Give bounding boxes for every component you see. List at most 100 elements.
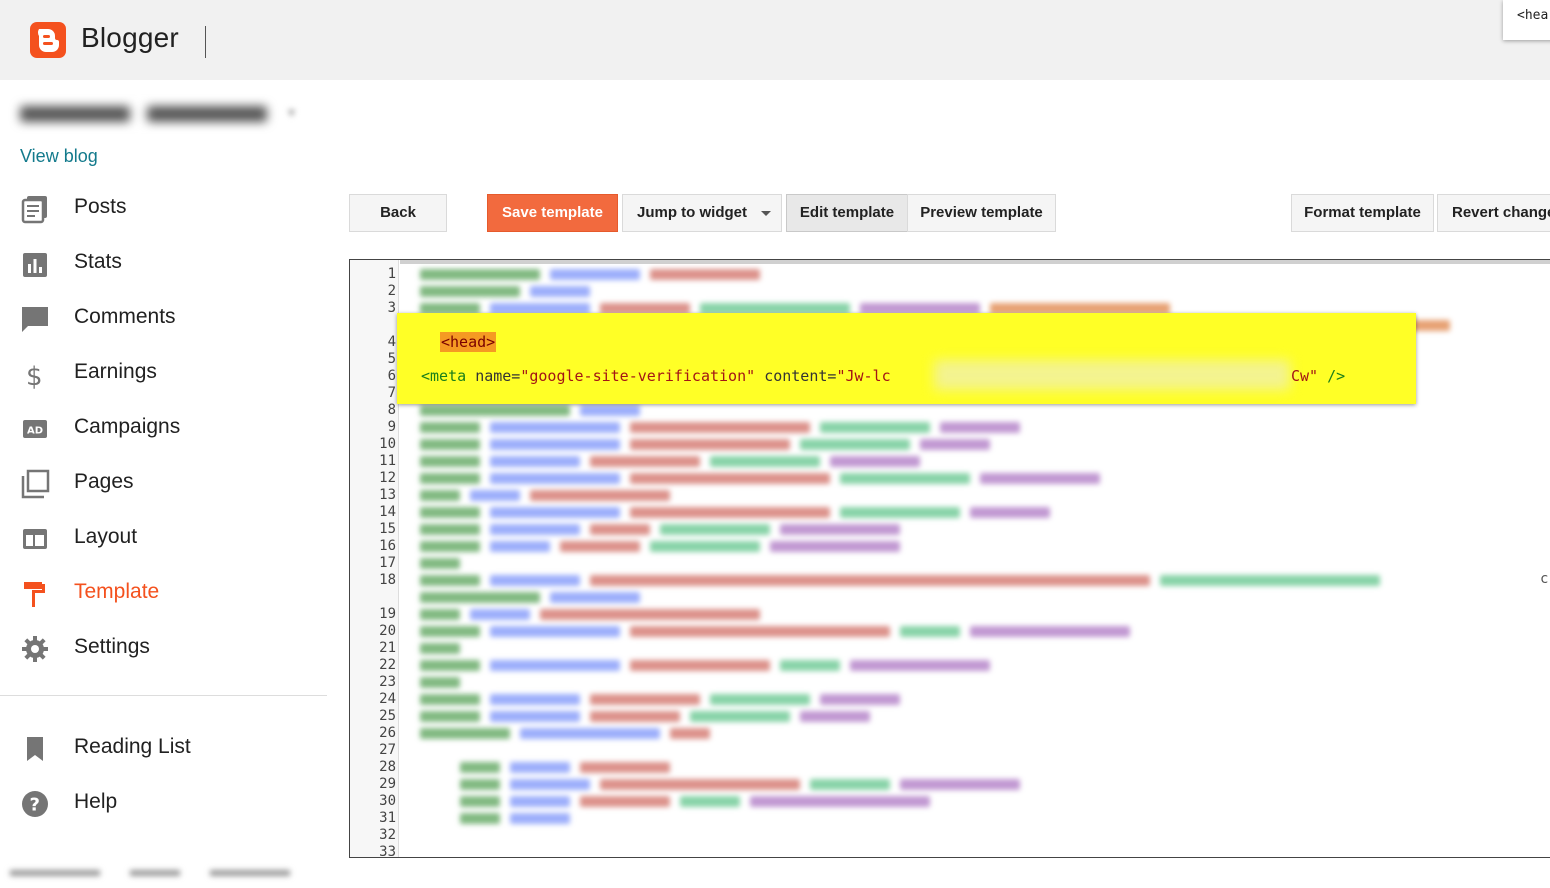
help-icon: ? bbox=[20, 789, 50, 819]
code-line bbox=[420, 419, 1030, 436]
sidebar-item-label: Help bbox=[74, 790, 118, 813]
head-tag: <head> bbox=[440, 332, 497, 352]
code-line bbox=[420, 640, 470, 657]
jump-to-widget-dropdown[interactable]: Jump to widget bbox=[622, 194, 782, 232]
line-number: 16 bbox=[379, 538, 396, 554]
sidebar-item-pages[interactable]: Pages bbox=[0, 457, 327, 505]
meta-open-token: <meta bbox=[421, 367, 467, 385]
code-line bbox=[420, 436, 1000, 453]
code-line bbox=[420, 623, 1140, 640]
sidebar-item-label: Stats bbox=[74, 250, 122, 273]
sidebar-item-comments[interactable]: Comments bbox=[0, 292, 327, 340]
line-number: 8 bbox=[387, 402, 396, 418]
line-number: 4 bbox=[387, 334, 396, 350]
code-line bbox=[420, 504, 1060, 521]
sidebar-item-layout[interactable]: Layout bbox=[0, 512, 327, 560]
stats-icon bbox=[20, 249, 50, 279]
line-number: 23 bbox=[379, 674, 396, 690]
code-line bbox=[420, 674, 470, 691]
back-button[interactable]: Back bbox=[349, 194, 447, 232]
meta-name-value: "google-site-verification" bbox=[520, 367, 756, 385]
code-line bbox=[420, 589, 650, 606]
line-number: 3 bbox=[387, 300, 396, 316]
code-line bbox=[460, 776, 1030, 793]
code-line bbox=[420, 555, 470, 572]
sidebar-item-label: Layout bbox=[74, 525, 138, 548]
code-line bbox=[420, 283, 600, 300]
posts-icon bbox=[20, 194, 50, 224]
svg-text:$: $ bbox=[26, 362, 43, 389]
line-number: 30 bbox=[379, 793, 396, 809]
top-bar: Blogger bbox=[0, 0, 1550, 80]
svg-text:AD: AD bbox=[27, 426, 43, 437]
line-number: 10 bbox=[379, 436, 396, 452]
code-line bbox=[460, 810, 580, 827]
svg-text:?: ? bbox=[30, 795, 40, 816]
comments-icon bbox=[20, 304, 50, 334]
sidebar-item-label: Pages bbox=[74, 470, 134, 493]
sidebar-item-label: Reading List bbox=[74, 735, 191, 758]
view-blog-link[interactable]: View blog bbox=[20, 146, 98, 167]
sidebar-item-help[interactable]: ? Help bbox=[0, 777, 327, 825]
line-number: 21 bbox=[379, 640, 396, 656]
code-line bbox=[420, 708, 880, 725]
sidebar-item-settings[interactable]: Settings bbox=[0, 622, 327, 670]
line-number: 15 bbox=[379, 521, 396, 537]
line-number: 25 bbox=[379, 708, 396, 724]
blogger-logo-icon[interactable] bbox=[30, 22, 66, 58]
line-number: 31 bbox=[379, 810, 396, 826]
line-number: 22 bbox=[379, 657, 396, 673]
line-number: 9 bbox=[387, 419, 396, 435]
code-line bbox=[420, 487, 680, 504]
sidebar-item-posts[interactable]: Posts bbox=[0, 182, 327, 230]
bookmark-icon bbox=[20, 734, 50, 764]
sidebar-item-label: Template bbox=[74, 580, 160, 603]
sidebar-divider bbox=[0, 695, 327, 696]
gear-icon bbox=[20, 634, 50, 664]
format-template-button[interactable]: Format template bbox=[1291, 194, 1434, 232]
sidebar-item-campaigns[interactable]: AD Campaigns bbox=[0, 402, 327, 450]
sidebar-item-template[interactable]: Template bbox=[0, 567, 327, 615]
code-line bbox=[420, 470, 1110, 487]
line-number: 19 bbox=[379, 606, 396, 622]
revert-changes-button[interactable]: Revert change bbox=[1437, 194, 1550, 232]
code-line bbox=[420, 725, 720, 742]
meta-content-attr: content= bbox=[764, 367, 837, 385]
sidebar-item-earnings[interactable]: $ Earnings bbox=[0, 347, 327, 395]
highlighted-head-section bbox=[397, 313, 1416, 404]
code-line bbox=[420, 691, 910, 708]
line-number: 29 bbox=[379, 776, 396, 792]
code-line bbox=[420, 453, 930, 470]
meta-content-value-end: Cw" bbox=[1291, 367, 1319, 385]
line-number: 14 bbox=[379, 504, 396, 520]
line-number: 1 bbox=[387, 266, 396, 282]
line-number: 2 bbox=[387, 283, 396, 299]
blog-selector-caret-icon[interactable]: ▾ bbox=[288, 104, 295, 121]
sidebar-item-label: Settings bbox=[74, 635, 150, 658]
sidebar-item-reading-list[interactable]: Reading List bbox=[0, 722, 327, 770]
save-template-button[interactable]: Save template bbox=[487, 194, 618, 232]
chevron-down-icon bbox=[761, 210, 771, 216]
preview-template-button[interactable]: Preview template bbox=[907, 194, 1056, 232]
code-line bbox=[420, 266, 770, 283]
line-number: 6 bbox=[387, 368, 396, 384]
line-number: 32 bbox=[379, 827, 396, 843]
code-line bbox=[460, 759, 680, 776]
line-number: 13 bbox=[379, 487, 396, 503]
line-number: 5 bbox=[387, 351, 396, 367]
sidebar-item-label: Campaigns bbox=[74, 415, 181, 438]
code-line bbox=[420, 657, 1000, 674]
blog-selector[interactable] bbox=[20, 98, 270, 128]
sidebar-item-stats[interactable]: Stats bbox=[0, 237, 327, 285]
brand-name: Blogger bbox=[81, 22, 179, 53]
line-number: 26 bbox=[379, 725, 396, 741]
jump-to-widget-label: Jump to widget bbox=[637, 204, 747, 221]
code-line bbox=[420, 606, 770, 623]
pages-icon bbox=[20, 469, 50, 499]
edit-template-button[interactable]: Edit template bbox=[786, 194, 908, 232]
line-number: 7 bbox=[387, 385, 396, 401]
code-line bbox=[420, 402, 650, 419]
redacted-verification-code bbox=[934, 360, 1290, 390]
line-number: 11 bbox=[379, 453, 396, 469]
meta-close-token: /> bbox=[1327, 367, 1346, 385]
